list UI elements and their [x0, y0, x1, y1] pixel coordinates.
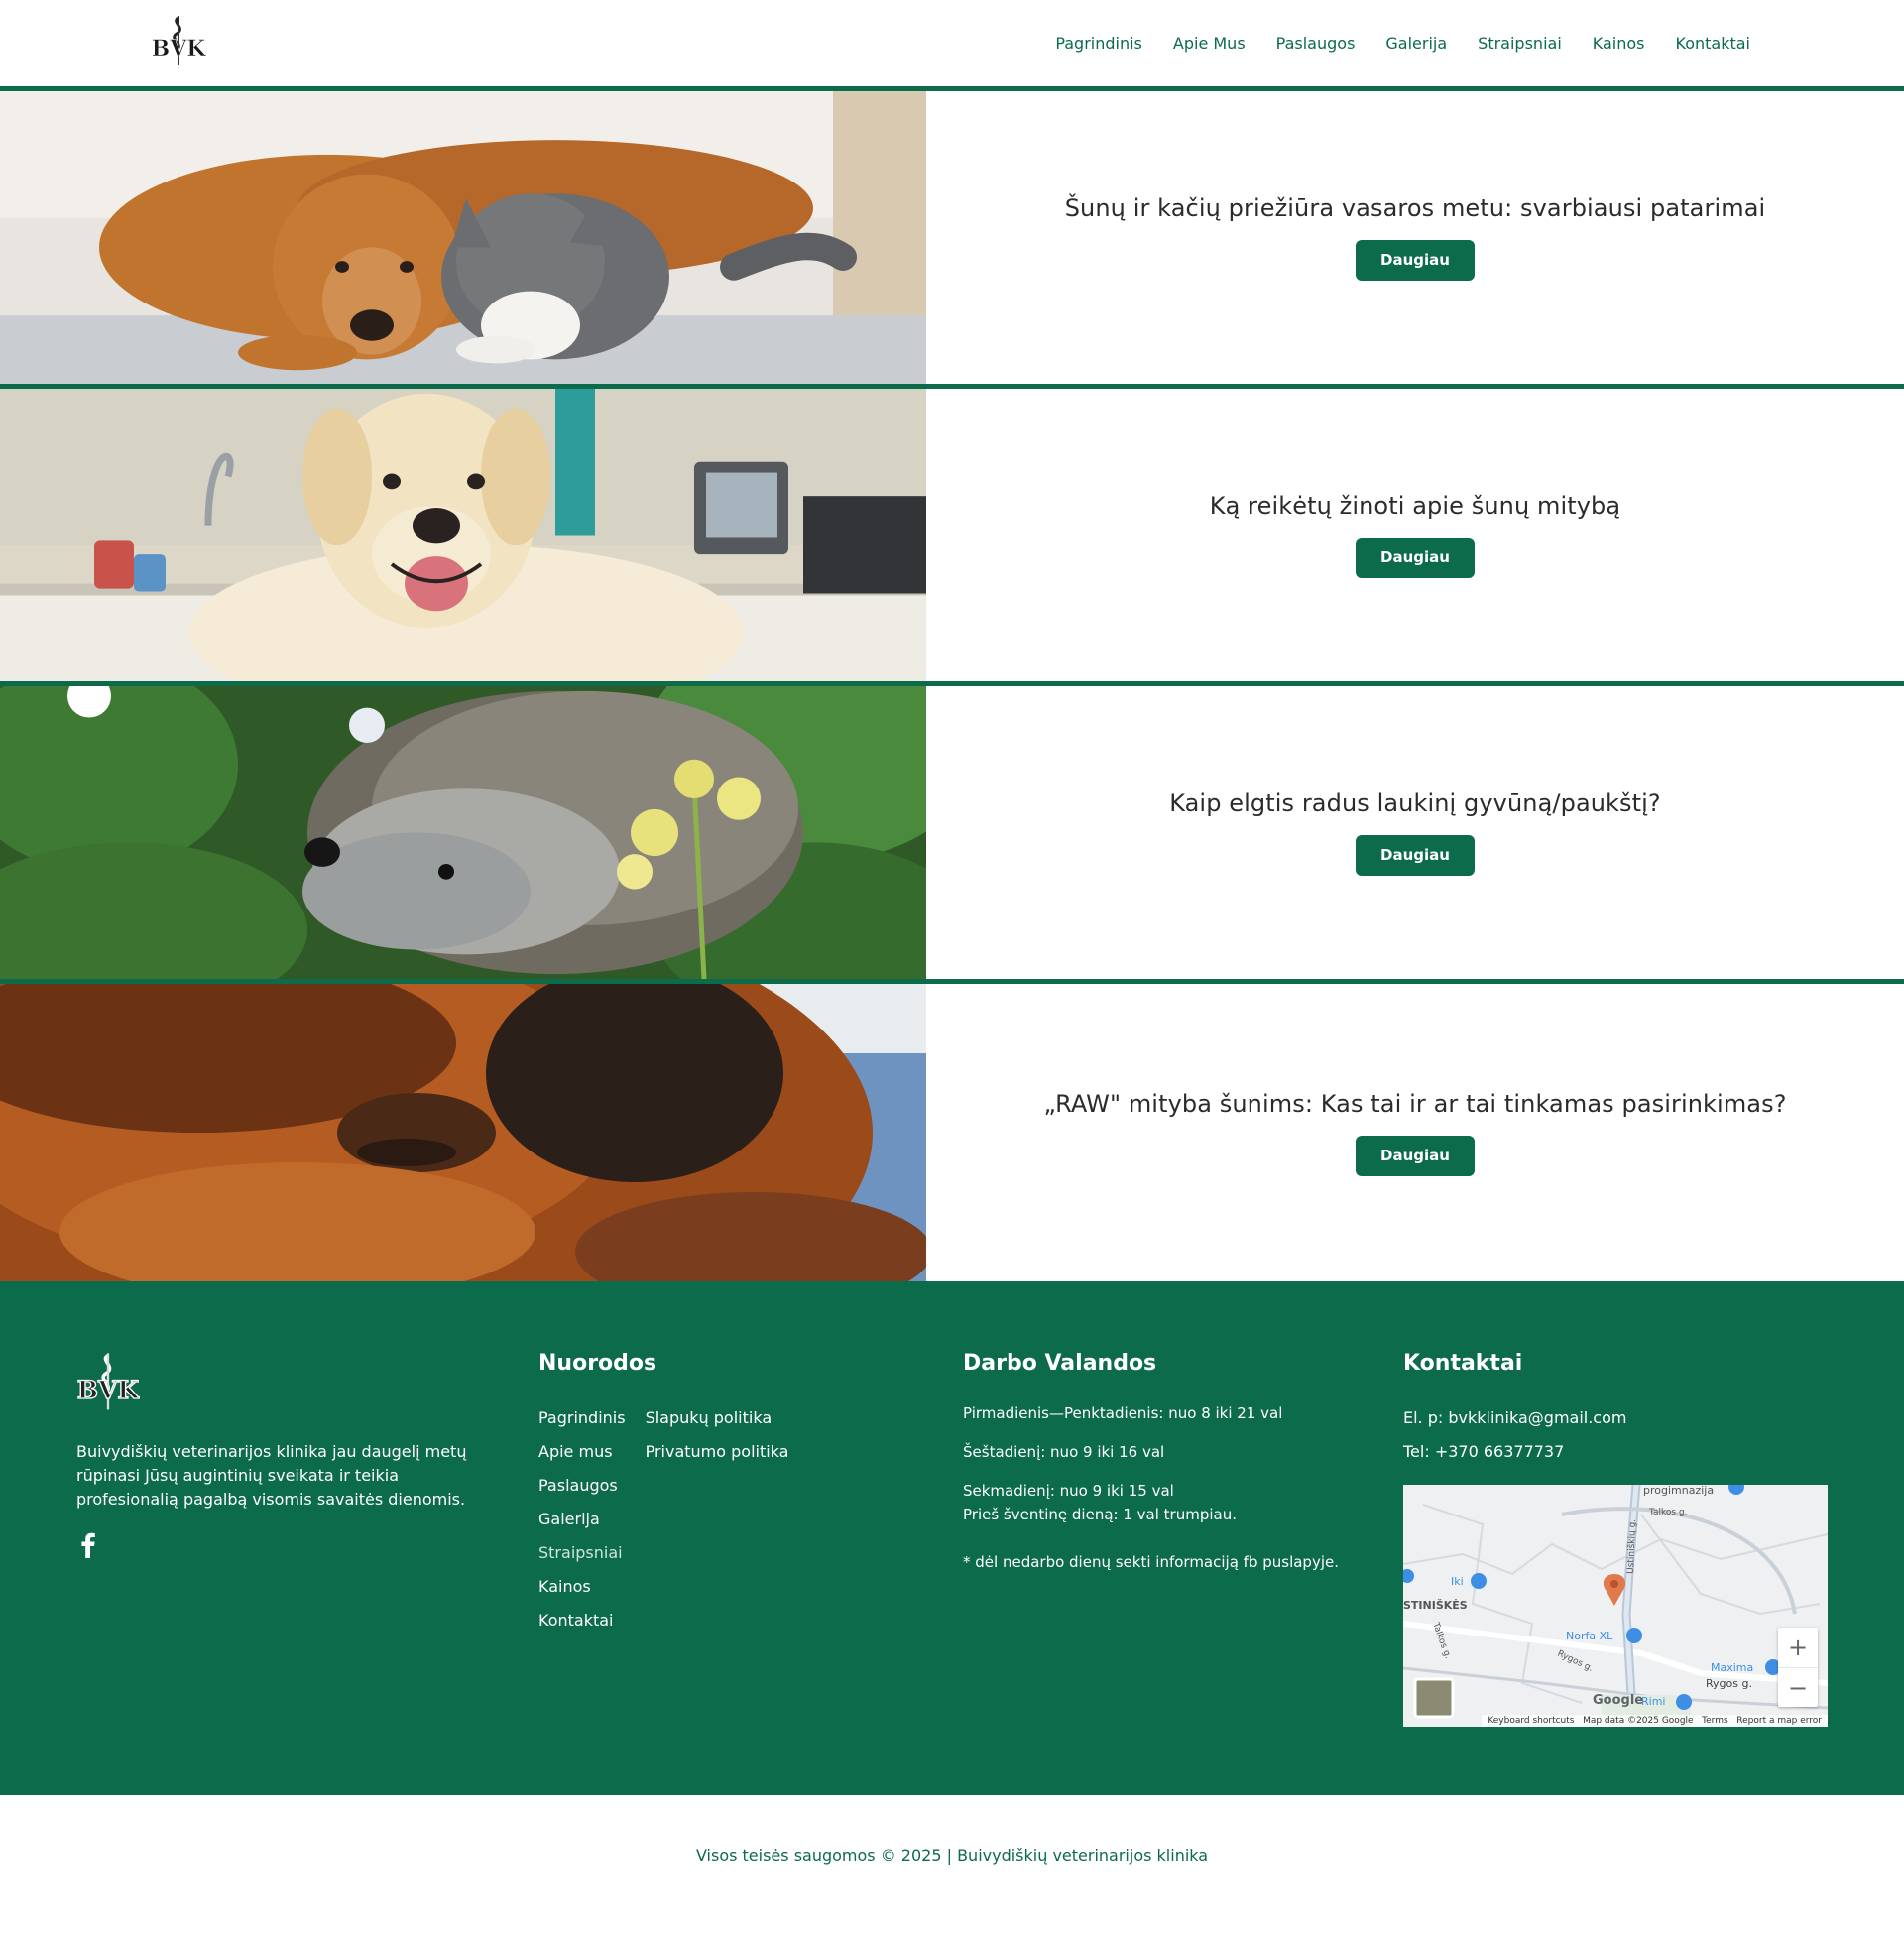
footer-link-privacy-policy[interactable]: Privatumo politika	[646, 1435, 789, 1469]
footer-link-kontaktai[interactable]: Kontaktai	[538, 1604, 626, 1637]
article-row: Kaip elgtis radus laukinį gyvūną/paukštį…	[0, 686, 1904, 984]
nav-item-galerija[interactable]: Galerija	[1385, 34, 1447, 53]
footer-link-cookies-policy[interactable]: Slapukų politika	[646, 1401, 789, 1435]
map-keyboard-shortcuts[interactable]: Keyboard shortcuts	[1488, 1716, 1574, 1726]
svg-text:Google: Google	[1593, 1693, 1643, 1708]
footer-link-pagrindinis[interactable]: Pagrindinis	[538, 1401, 626, 1435]
article-content: „RAW" mityba šunims: Kas tai ir ar tai t…	[926, 984, 1904, 1281]
article-title[interactable]: Šunų ir kačių priežiūra vasaros metu: sv…	[1065, 194, 1766, 222]
article-image-golden-retriever[interactable]	[0, 389, 926, 681]
footer-link-kainos[interactable]: Kainos	[538, 1570, 626, 1604]
read-more-button[interactable]: Daugiau	[1356, 1135, 1475, 1176]
nav-item-kontaktai[interactable]: Kontaktai	[1676, 34, 1751, 53]
footer-contact: Kontaktai El. p: bvkklinika@gmail.com Te…	[1403, 1351, 1830, 1727]
nav-item-straipsniai[interactable]: Straipsniai	[1478, 34, 1562, 53]
location-map[interactable]: progimnazija Talkos g. Iki STINIŠKĖS Nor…	[1403, 1485, 1828, 1727]
article-title[interactable]: Ką reikėtų žinoti apie šunų mitybą	[1210, 492, 1620, 520]
nav-item-paslaugos[interactable]: Paslaugos	[1276, 34, 1356, 53]
facebook-icon[interactable]	[76, 1531, 100, 1559]
article-row: Šunų ir kačių priežiūra vasaros metu: sv…	[0, 91, 1904, 389]
svg-text:Rimi: Rimi	[1641, 1695, 1665, 1708]
article-row: Ką reikėtų žinoti apie šunų mitybą Daugi…	[0, 389, 1904, 686]
svg-text:Norfa XL: Norfa XL	[1566, 1630, 1613, 1642]
nav-item-kainos[interactable]: Kainos	[1593, 34, 1645, 53]
footer-hours-title: Darbo Valandos	[963, 1351, 1157, 1376]
main-nav: Pagrindinis Apie Mus Paslaugos Galerija …	[1055, 34, 1750, 53]
site-footer: BVK Buivydiškių veterinarijos klinika ja…	[0, 1281, 1904, 1795]
copyright-bar: Visos teisės saugomos © 2025 | Buivydišk…	[0, 1795, 1904, 1914]
article-content: Šunų ir kačių priežiūra vasaros metu: sv…	[926, 91, 1904, 384]
nav-item-apie-mus[interactable]: Apie Mus	[1173, 34, 1246, 53]
map-zoom-out-button[interactable]: −	[1778, 1667, 1818, 1707]
footer-links-title: Nuorodos	[538, 1351, 657, 1376]
map-data-credit: Map data ©2025 Google	[1583, 1716, 1694, 1726]
footer-link-apie-mus[interactable]: Apie mus	[538, 1435, 626, 1469]
map-terms-link[interactable]: Terms	[1702, 1716, 1728, 1726]
footer-link-paslaugos[interactable]: Paslaugos	[538, 1469, 626, 1503]
footer-links-list: Pagrindinis Apie mus Paslaugos Galerija …	[538, 1401, 626, 1637]
footer-hours: Darbo Valandos Pirmadienis—Penktadienis:…	[963, 1351, 1360, 1589]
read-more-button[interactable]: Daugiau	[1356, 240, 1475, 281]
nav-item-pagrindinis[interactable]: Pagrindinis	[1055, 34, 1142, 53]
footer-policy-list: Slapukų politika Privatumo politika	[646, 1401, 789, 1637]
article-title[interactable]: „RAW" mityba šunims: Kas tai ir ar tai t…	[1043, 1090, 1786, 1118]
svg-text:BVK: BVK	[152, 36, 206, 61]
read-more-button[interactable]: Daugiau	[1356, 835, 1475, 876]
footer-links: Nuorodos Pagrindinis Apie mus Paslaugos …	[538, 1351, 788, 1637]
svg-text:Rygos g.: Rygos g.	[1706, 1677, 1752, 1690]
contact-phone[interactable]: Tel: +370 66377737	[1403, 1435, 1830, 1469]
footer-about-text: Buivydiškių veterinarijos klinika jau da…	[76, 1442, 467, 1509]
hours-weekdays: Pirmadienis—Penktadienis: nuo 8 iki 21 v…	[963, 1404, 1283, 1422]
site-logo[interactable]: BVK	[151, 14, 207, 69]
article-row: „RAW" mityba šunims: Kas tai ir ar tai t…	[0, 984, 1904, 1281]
map-zoom-control: + −	[1778, 1628, 1818, 1707]
hours-holiday: Prieš šventinę dieną: 1 val trumpiau.	[963, 1506, 1237, 1523]
article-image-dog-and-cat[interactable]	[0, 91, 926, 384]
article-content: Ką reikėtų žinoti apie šunų mitybą Daugi…	[926, 389, 1904, 681]
footer-contact-title: Kontaktai	[1403, 1351, 1523, 1376]
svg-text:Talkos g.: Talkos g.	[1648, 1508, 1688, 1517]
hours-note: * dėl nedarbo dienų sekti informaciją fb…	[963, 1553, 1339, 1571]
svg-text:Iki: Iki	[1451, 1575, 1464, 1588]
hours-sunday: Sekmadienį: nuo 9 iki 15 val	[963, 1482, 1174, 1500]
footer-link-galerija[interactable]: Galerija	[538, 1503, 626, 1536]
map-zoom-in-button[interactable]: +	[1778, 1628, 1818, 1667]
footer-about: BVK Buivydiškių veterinarijos klinika ja…	[76, 1351, 473, 1559]
read-more-button[interactable]: Daugiau	[1356, 538, 1475, 578]
site-header: BVK Pagrindinis Apie Mus Paslaugos Galer…	[0, 0, 1904, 91]
hours-saturday: Šeštadienį: nuo 9 iki 16 val	[963, 1443, 1165, 1461]
svg-text:Ustiniškių g.: Ustiniškių g.	[1625, 1519, 1638, 1574]
copyright-text: Visos teisės saugomos © 2025 | Buivydišk…	[695, 1845, 1209, 1865]
article-title[interactable]: Kaip elgtis radus laukinį gyvūną/paukštį…	[1169, 789, 1661, 817]
map-report-error-link[interactable]: Report a map error	[1736, 1716, 1822, 1726]
svg-text:progimnazija: progimnazija	[1643, 1485, 1714, 1497]
article-image-dog-closeup[interactable]	[0, 984, 926, 1281]
map-attribution: Keyboard shortcuts Map data ©2025 Google…	[1482, 1715, 1828, 1727]
svg-text:STINIŠKĖS: STINIŠKĖS	[1403, 1598, 1468, 1612]
svg-text:Maxima: Maxima	[1711, 1661, 1753, 1674]
footer-link-straipsniai[interactable]: Straipsniai	[538, 1536, 626, 1570]
article-image-hedgehog[interactable]	[0, 686, 926, 979]
footer-logo: BVK	[76, 1351, 141, 1414]
svg-text:BVK: BVK	[77, 1375, 140, 1404]
contact-email[interactable]: El. p: bvkklinika@gmail.com	[1403, 1401, 1830, 1435]
article-content: Kaip elgtis radus laukinį gyvūną/paukštį…	[926, 686, 1904, 979]
